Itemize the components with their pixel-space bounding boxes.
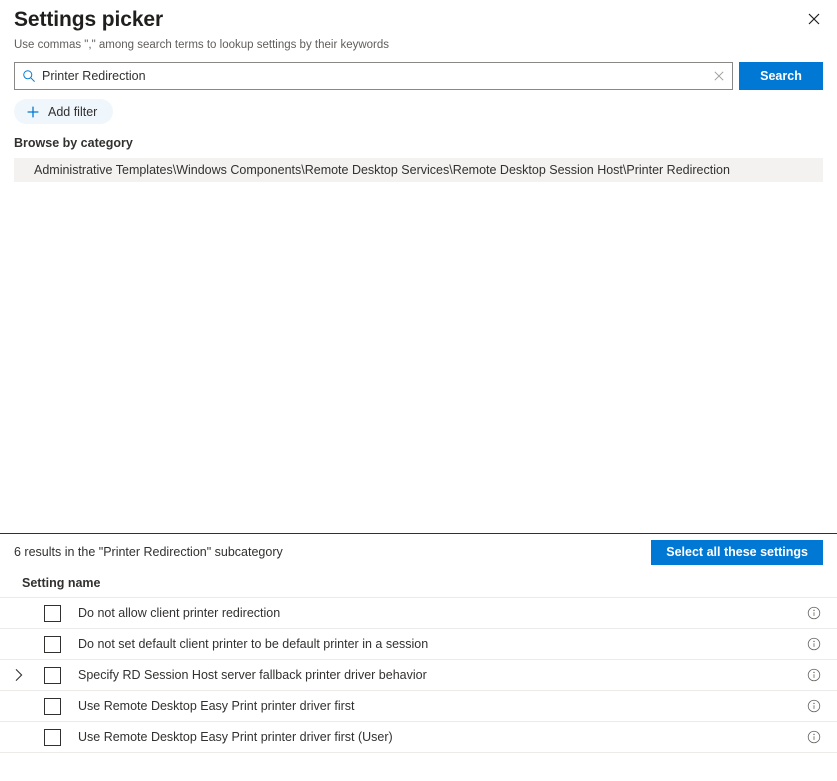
table-row[interactable]: Specify RD Session Host server fallback … [0, 660, 837, 691]
setting-name-label: Do not set default client printer to be … [78, 637, 429, 651]
settings-list: Do not allow client printer redirection D… [0, 597, 837, 753]
info-icon[interactable] [807, 699, 821, 713]
row-info-cell [791, 730, 837, 744]
close-icon [714, 71, 724, 81]
row-checkbox-cell [38, 666, 66, 684]
chevron-right-icon [15, 669, 23, 681]
row-info-cell [791, 637, 837, 651]
results-section: 6 results in the "Printer Redirection" s… [0, 534, 837, 753]
info-icon[interactable] [807, 668, 821, 682]
column-header-setting-name: Setting name [22, 576, 101, 590]
setting-checkbox[interactable] [43, 635, 61, 653]
setting-checkbox[interactable] [43, 666, 61, 684]
row-checkbox-cell [38, 697, 66, 715]
close-icon [808, 13, 820, 25]
clear-search-button[interactable] [706, 63, 732, 89]
table-row[interactable]: Use Remote Desktop Easy Print printer dr… [0, 722, 837, 753]
page-subtitle: Use commas "," among search terms to loo… [14, 39, 390, 51]
search-button[interactable]: Search [739, 62, 823, 90]
results-header: 6 results in the "Printer Redirection" s… [0, 534, 837, 570]
search-input[interactable] [36, 64, 706, 88]
dialog-header: Settings picker Use commas "," among sea… [0, 0, 837, 53]
setting-checkbox[interactable] [43, 697, 61, 715]
browse-by-category-label: Browse by category [14, 136, 133, 150]
info-icon[interactable] [807, 606, 821, 620]
search-icon [23, 70, 35, 82]
row-checkbox-cell [38, 635, 66, 653]
setting-name-label: Use Remote Desktop Easy Print printer dr… [78, 730, 393, 744]
results-count: 6 results in the "Printer Redirection" s… [14, 545, 283, 559]
category-breadcrumb[interactable]: Administrative Templates\Windows Compone… [14, 158, 823, 182]
page-title: Settings picker [14, 8, 164, 31]
add-filter-label: Add filter [48, 104, 98, 119]
row-checkbox-cell [38, 604, 66, 622]
row-expand-toggle[interactable] [0, 668, 38, 682]
plus-icon [27, 106, 39, 117]
row-checkbox-cell [38, 728, 66, 746]
table-row[interactable]: Do not allow client printer redirection [0, 598, 837, 629]
search-row: Search [14, 62, 823, 90]
filter-row: Add filter [14, 99, 823, 124]
row-info-cell [791, 668, 837, 682]
table-row[interactable]: Do not set default client printer to be … [0, 629, 837, 660]
info-icon[interactable] [807, 637, 821, 651]
row-info-cell [791, 606, 837, 620]
row-info-cell [791, 699, 837, 713]
info-icon[interactable] [807, 730, 821, 744]
table-row[interactable]: Use Remote Desktop Easy Print printer dr… [0, 691, 837, 722]
setting-name-label: Do not allow client printer redirection [78, 606, 281, 620]
setting-checkbox[interactable] [43, 604, 61, 622]
add-filter-button[interactable]: Add filter [14, 99, 114, 124]
select-all-settings-button[interactable]: Select all these settings [651, 539, 823, 565]
setting-name-label: Specify RD Session Host server fallback … [78, 668, 427, 682]
search-box[interactable] [14, 62, 733, 90]
setting-checkbox[interactable] [43, 728, 61, 746]
close-button[interactable] [799, 4, 829, 34]
setting-name-label: Use Remote Desktop Easy Print printer dr… [78, 699, 355, 713]
